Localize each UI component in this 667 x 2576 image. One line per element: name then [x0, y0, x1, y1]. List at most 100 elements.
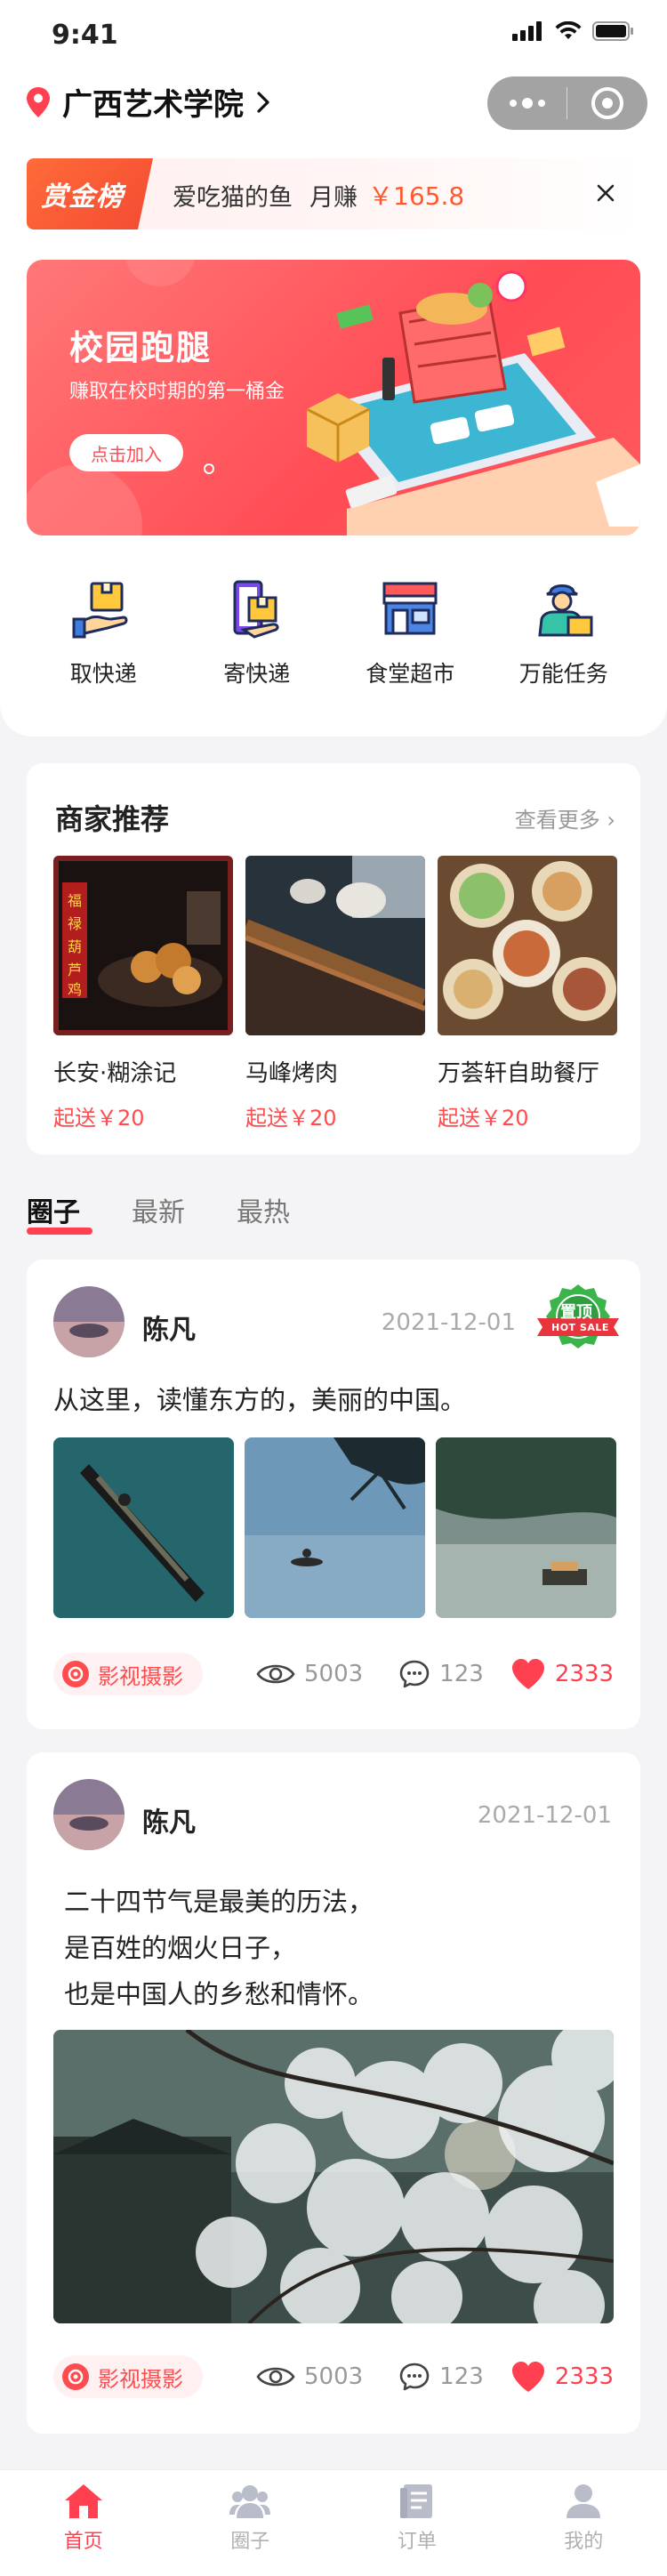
- tab-latest[interactable]: 最新: [132, 1190, 185, 1229]
- category-tag[interactable]: 影视摄影: [53, 2355, 203, 2398]
- post-card[interactable]: 陈凡 2021-12-01 置顶 HOT SALE 从这里，读懂东方的，美丽的中…: [27, 1260, 640, 1729]
- home-icon: [64, 2484, 102, 2518]
- category-tag[interactable]: 影视摄影: [53, 1653, 203, 1695]
- merchant-image: [438, 856, 617, 1035]
- chevron-right-icon: [257, 91, 269, 113]
- close-miniprogram-button[interactable]: [567, 87, 647, 119]
- see-more-label: 查看更多: [514, 808, 600, 833]
- post-author[interactable]: 陈凡: [142, 1308, 196, 1347]
- feed-tabs: 圈子 最新 最热: [27, 1190, 290, 1235]
- dot: [521, 98, 533, 109]
- camera-icon: [62, 1661, 89, 1687]
- signal-icon: [512, 21, 542, 41]
- heart-icon: [511, 1659, 544, 1689]
- svg-text:福: 福: [68, 892, 82, 909]
- location-pin-icon: [27, 86, 50, 117]
- quick-action-pickup[interactable]: 取快递: [27, 578, 181, 712]
- category-tag-label: 影视摄影: [98, 1663, 183, 1689]
- bounty-amount: ￥165.8: [368, 181, 465, 211]
- avatar[interactable]: [53, 1779, 125, 1850]
- community-icon: [229, 2485, 271, 2518]
- quick-action-task[interactable]: 万能任务: [487, 578, 641, 712]
- active-tab-indicator: [27, 1228, 92, 1235]
- post-image[interactable]: [53, 2030, 614, 2323]
- nav-orders[interactable]: 订单: [334, 2470, 501, 2576]
- courier-icon: [538, 584, 593, 637]
- comment-count-value: 123: [439, 2363, 484, 2390]
- hand-package-icon: [72, 582, 128, 639]
- like-button[interactable]: 2333: [510, 1658, 614, 1690]
- view-count-value: 5003: [304, 2363, 364, 2390]
- status-bar: 9:41: [0, 0, 667, 71]
- miniprogram-capsule: [487, 76, 647, 130]
- merchant-list: 福禄葫芦鸡 长安·糊涂记 起送￥20 马峰烤肉 起送￥20 万荟轩自助餐厅 起送…: [53, 856, 617, 1131]
- merchant-image: 福禄葫芦鸡: [53, 856, 233, 1035]
- status-time: 9:41: [52, 20, 118, 51]
- post-image[interactable]: [436, 1437, 616, 1618]
- quick-action-canteen[interactable]: 食堂超市: [334, 578, 487, 712]
- svg-text:葫: 葫: [68, 938, 82, 955]
- orders-icon: [399, 2484, 432, 2518]
- promo-banner[interactable]: 校园跑腿 赚取在校时期的第一桶金 点击加入: [27, 260, 640, 535]
- post-text-line: 是百姓的烟火日子，: [64, 1933, 297, 1963]
- like-count-value: 2333: [554, 1661, 614, 1687]
- merchant-card[interactable]: 万荟轩自助餐厅 起送￥20: [438, 856, 617, 1131]
- comment-count[interactable]: 123: [398, 1659, 484, 1689]
- post-text-line: 也是中国人的乡愁和情怀。: [64, 1979, 374, 2009]
- category-tag-label: 影视摄影: [98, 2366, 183, 2392]
- more-menu-button[interactable]: [487, 98, 567, 109]
- view-count-value: 5003: [304, 1661, 364, 1687]
- target-icon: [591, 87, 623, 119]
- tab-hottest[interactable]: 最热: [237, 1190, 290, 1229]
- merchant-card[interactable]: 马峰烤肉 起送￥20: [245, 856, 425, 1131]
- post-images: [53, 1437, 616, 1618]
- battery-icon: [592, 21, 633, 41]
- post-footer: 影视摄影 5003 123 2333: [53, 1653, 614, 1695]
- nav-label: 首页: [63, 2531, 103, 2553]
- nav-home[interactable]: 首页: [0, 2470, 167, 2576]
- merchant-section: 商家推荐 查看更多 › 福禄葫芦鸡 长安·糊涂记 起送￥20 马峰烤肉 起送￥2…: [27, 763, 640, 1155]
- nav-label: 订单: [397, 2531, 437, 2553]
- svg-text:芦: 芦: [68, 962, 82, 978]
- join-button[interactable]: 点击加入: [69, 434, 183, 471]
- svg-text:禄: 禄: [68, 915, 82, 932]
- post-image[interactable]: [245, 1437, 425, 1618]
- merchant-name: 万荟轩自助餐厅: [438, 1060, 600, 1087]
- quick-action-label: 食堂超市: [366, 661, 455, 687]
- like-button[interactable]: 2333: [510, 2361, 614, 2393]
- bounty-earn-label: 月赚: [309, 184, 358, 212]
- merchant-image: [245, 856, 425, 1035]
- eye-icon: [256, 2367, 295, 2387]
- avatar[interactable]: [53, 1286, 125, 1357]
- bottom-nav: 首页 圈子 订单 我的: [0, 2469, 667, 2576]
- merchant-min-order: 起送￥20: [438, 1106, 529, 1131]
- nav-profile[interactable]: 我的: [501, 2470, 667, 2576]
- merchant-name: 马峰烤肉: [245, 1060, 339, 1087]
- comment-count[interactable]: 123: [398, 2362, 484, 2392]
- post-image[interactable]: [53, 1437, 234, 1618]
- pinned-badge: 置顶 HOT SALE: [534, 1281, 623, 1357]
- view-count: 5003: [256, 2363, 363, 2390]
- nav-circle[interactable]: 圈子: [167, 2470, 334, 2576]
- merchant-card[interactable]: 福禄葫芦鸡 长安·糊涂记 起送￥20: [53, 856, 233, 1131]
- bounty-user: 爱吃猫的鱼: [173, 184, 293, 212]
- post-card[interactable]: 陈凡 2021-12-01 二十四节气是最美的历法， 是百姓的烟火日子， 也是中…: [27, 1752, 640, 2434]
- location-selector[interactable]: 广西艺术学院: [27, 80, 270, 124]
- close-icon[interactable]: [594, 181, 617, 205]
- location-name: 广西艺术学院: [62, 87, 244, 123]
- bounty-ticker[interactable]: 赏金榜 爱吃猫的鱼 月赚 ￥165.8: [27, 158, 640, 229]
- store-icon: [382, 582, 438, 635]
- quick-actions: 取快递 寄快递 食堂超市 万能任务: [27, 578, 640, 712]
- quick-action-label: 万能任务: [518, 661, 608, 687]
- tab-circle[interactable]: 圈子: [27, 1190, 92, 1235]
- bounty-tag: 赏金榜: [27, 158, 153, 229]
- hot-sale-label: HOT SALE: [551, 1322, 609, 1333]
- nav-label: 圈子: [230, 2531, 270, 2553]
- quick-action-send[interactable]: 寄快递: [181, 578, 334, 712]
- camera-icon: [62, 2363, 89, 2390]
- see-more-link[interactable]: 查看更多 ›: [515, 802, 615, 833]
- eye-icon: [256, 1664, 295, 1684]
- post-text-line: 二十四节气是最美的历法，: [64, 1887, 374, 1917]
- post-author[interactable]: 陈凡: [142, 1800, 196, 1839]
- pinned-badge-label: 置顶: [560, 1303, 592, 1322]
